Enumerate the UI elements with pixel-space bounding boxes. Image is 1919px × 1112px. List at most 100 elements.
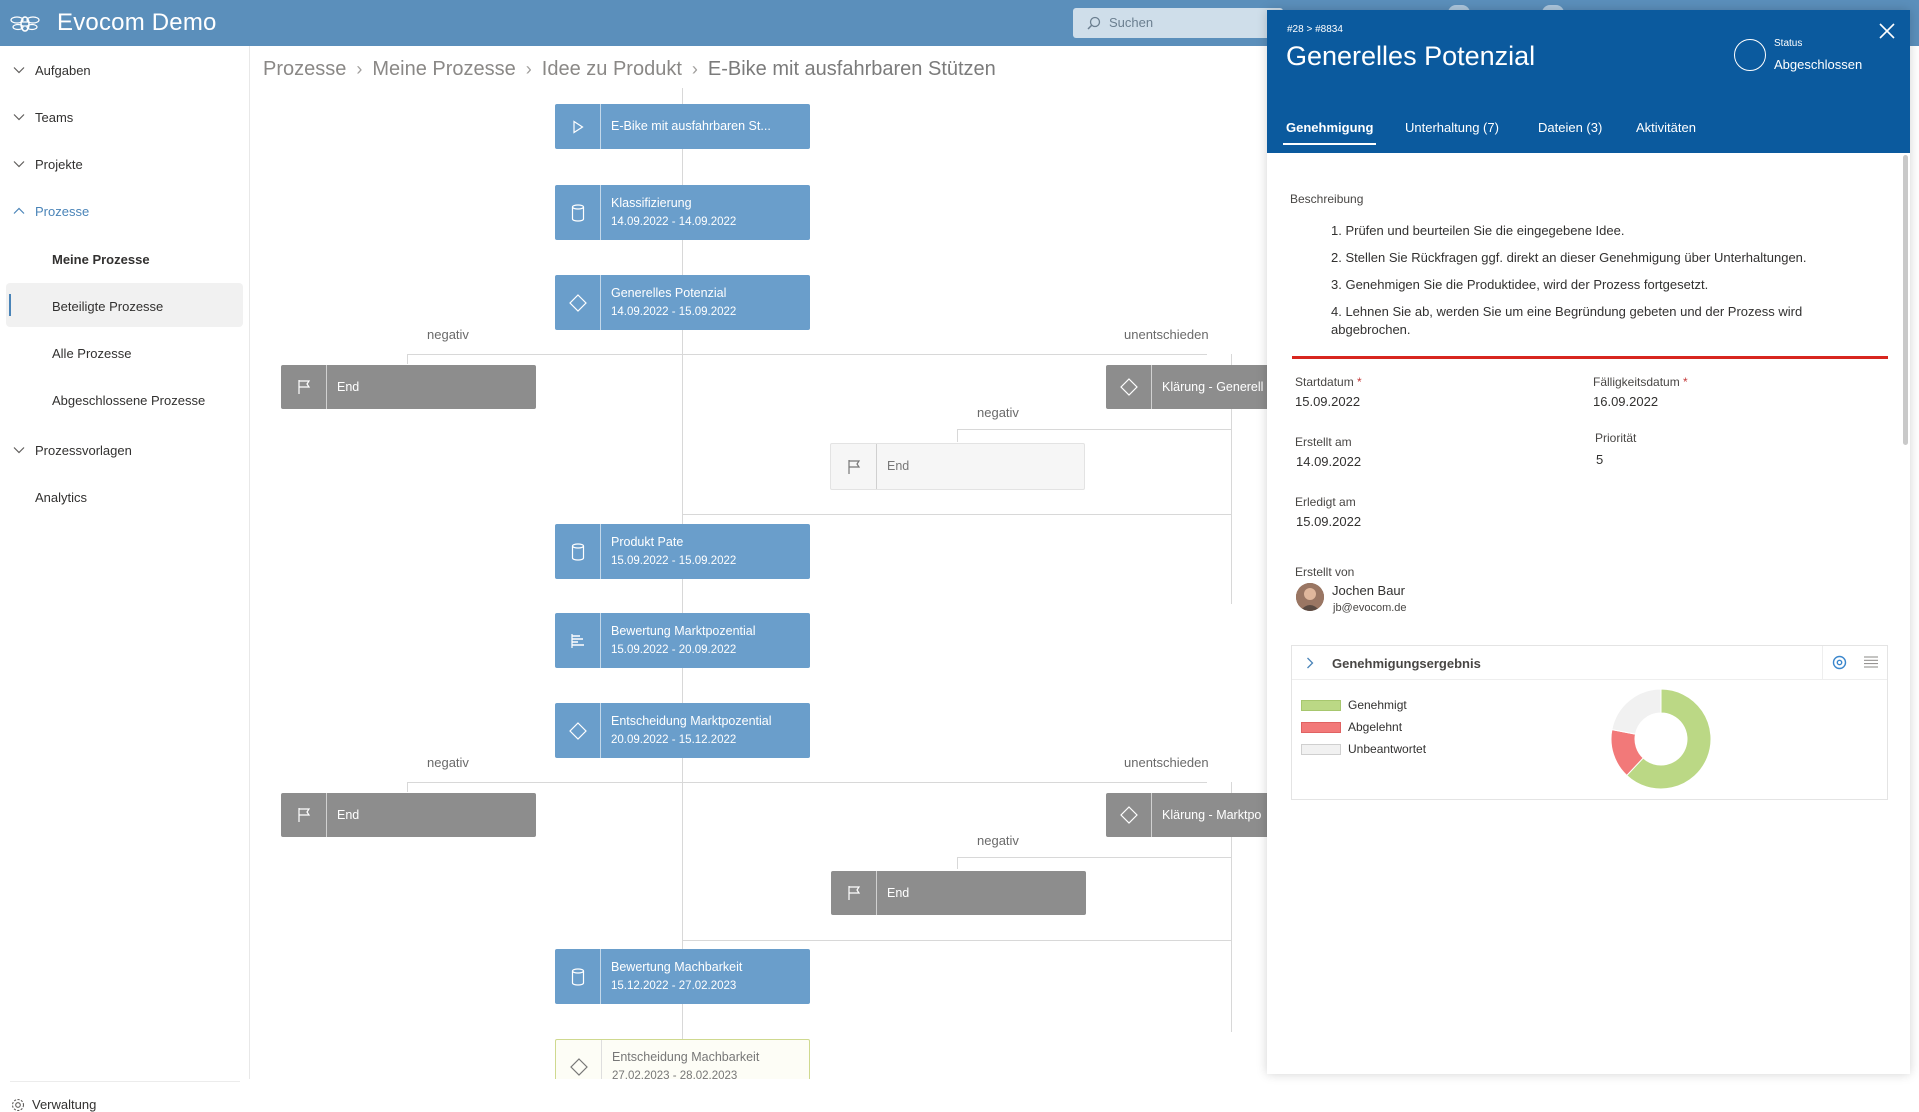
pie-chart-view-icon[interactable] (1832, 655, 1847, 670)
flow-node-end[interactable]: End (281, 793, 536, 837)
connector-line (682, 940, 1232, 941)
node-dates: 20.09.2022 - 15.12.2022 (611, 733, 737, 746)
connector-line (957, 857, 958, 869)
sidebar-item-label: Analytics (35, 489, 88, 505)
database-icon (555, 524, 601, 579)
legend-label: Unbeantwortet (1348, 742, 1427, 756)
sidebar-item-prozessvorlagen[interactable]: Prozessvorlagen (0, 430, 250, 470)
avatar[interactable] (1296, 583, 1324, 611)
connector-line (957, 429, 1232, 430)
panel-breadcrumb[interactable]: #28 > #8834 (1287, 24, 1343, 35)
creator-email[interactable]: jb@evocom.de (1333, 602, 1407, 614)
tab-genehmigung[interactable]: Genehmigung (1286, 120, 1373, 135)
search-input[interactable]: Suchen (1073, 8, 1283, 38)
flow-node-market-decision[interactable]: Entscheidung Marktpozential 20.09.2022 - … (555, 703, 810, 758)
sidebar-item-analytics[interactable]: Analytics (0, 477, 250, 517)
branch-label: negativ (977, 833, 1019, 848)
panel-title: Generelles Potenzial (1286, 41, 1536, 71)
legend-swatch-rejected (1301, 722, 1341, 733)
node-dates: 14.09.2022 - 14.09.2022 (611, 215, 737, 228)
sidebar-item-projekte[interactable]: Projekte (0, 144, 250, 184)
flow-node-end[interactable]: End (831, 871, 1086, 915)
flow-node-start[interactable]: E-Bike mit ausfahrbaren St... (555, 104, 810, 149)
creator-name[interactable]: Jochen Baur (1332, 583, 1405, 598)
status-value: Abgeschlossen (1774, 57, 1863, 72)
sidebar-item-beteiligte-prozesse[interactable]: Beteiligte Prozesse (0, 286, 250, 326)
card-header[interactable]: Genehmigungsergebnis (1292, 646, 1887, 680)
list-view-icon[interactable] (1864, 656, 1878, 668)
branch-label: unentschieden (1124, 327, 1209, 342)
legend-swatch-approved (1301, 700, 1341, 711)
node-title: Klärung - Marktpo (1162, 807, 1262, 822)
flow-node-potential[interactable]: Generelles Potenzial 14.09.2022 - 15.09.2… (555, 275, 810, 330)
sidebar-item-meine-prozesse[interactable]: Meine Prozesse (0, 239, 250, 279)
tab-aktivitaeten[interactable]: Aktivitäten (1636, 120, 1696, 135)
chevron-down-icon (12, 113, 26, 121)
sidebar-item-label: Abgeschlossene Prozesse (52, 392, 206, 408)
tab-dateien[interactable]: Dateien (3) (1538, 120, 1602, 135)
flow-node-pate[interactable]: Produkt Pate 15.09.2022 - 15.09.2022 (555, 524, 810, 579)
flow-node-classification[interactable]: Klassifizierung 14.09.2022 - 14.09.2022 (555, 185, 810, 240)
bee-logo-icon[interactable] (10, 9, 40, 37)
database-icon (555, 949, 601, 1004)
node-dates: 15.12.2022 - 27.02.2023 (611, 979, 737, 992)
breadcrumb-item[interactable]: Prozesse (263, 58, 346, 81)
connector-line (957, 857, 1232, 858)
flow-node-end-pending[interactable]: End (830, 443, 1085, 490)
flow-node-feasibility[interactable]: Bewertung Machbarkeit 15.12.2022 - 27.02.… (555, 949, 810, 1004)
flag-icon (831, 871, 877, 915)
done-value: 15.09.2022 (1296, 514, 1362, 529)
flow-node-clarify[interactable]: Klärung - Marktpo (1106, 793, 1267, 837)
flow-node-market-eval[interactable]: Bewertung Marktpozential 15.09.2022 - 20.… (555, 613, 810, 668)
flow-node-clarify[interactable]: Klärung - Generell (1106, 365, 1267, 409)
node-title: Entscheidung Machbarkeit (612, 1049, 760, 1064)
process-flow-canvas[interactable]: E-Bike mit ausfahrbaren St... Klassifizi… (251, 88, 1267, 1079)
sidebar-divider (10, 1081, 240, 1082)
approval-donut-chart[interactable] (1609, 687, 1713, 791)
scrollbar[interactable] (1903, 155, 1908, 445)
flag-icon (281, 365, 327, 409)
approval-result-card: Genehmigungsergebnis Genehmigt Abgelehnt… (1291, 645, 1888, 800)
card-header-divider (1822, 646, 1823, 679)
description-item: 2. Stellen Sie Rückfragen ggf. direkt an… (1331, 250, 1807, 265)
panel-header: #28 > #8834 Generelles Potenzial Status … (1267, 10, 1910, 153)
sidebar-item-label: Beteiligte Prozesse (52, 298, 164, 314)
breadcrumb-item[interactable]: Meine Prozesse (372, 58, 515, 81)
detail-panel: #28 > #8834 Generelles Potenzial Status … (1267, 10, 1910, 1074)
sidebar-item-label: Meine Prozesse (52, 251, 150, 267)
legend-swatch-unanswered (1301, 744, 1341, 755)
sidebar: Aufgaben Teams Projekte Prozesse Meine P… (0, 46, 250, 1112)
node-title: Bewertung Machbarkeit (611, 959, 743, 974)
sidebar-item-aufgaben[interactable]: Aufgaben (0, 50, 250, 90)
node-title: E-Bike mit ausfahrbaren St... (611, 119, 771, 133)
chevron-right-icon: › (525, 59, 532, 79)
donut-slice-unbeantwortet[interactable] (1611, 688, 1662, 735)
chevron-down-icon (12, 160, 26, 168)
app-title[interactable]: Evocom Demo (57, 9, 217, 37)
node-title: Generelles Potenzial (611, 285, 727, 300)
flow-node-end[interactable]: End (281, 365, 536, 409)
sidebar-item-verwaltung[interactable]: Verwaltung (11, 1097, 96, 1112)
close-icon[interactable] (1877, 21, 1897, 41)
gear-icon (11, 1098, 25, 1111)
flow-node-feasibility-decision[interactable]: Entscheidung Machbarkeit 27.02.2023 - 28.… (555, 1039, 810, 1079)
node-title: Produkt Pate (611, 534, 684, 549)
diamond-icon (555, 703, 601, 758)
node-title: Klärung - Generell (1162, 379, 1264, 394)
sidebar-item-alle-prozesse[interactable]: Alle Prozesse (0, 333, 250, 373)
priority-label: Priorität (1595, 431, 1637, 445)
breadcrumb-item[interactable]: Idee zu Produkt (542, 58, 682, 81)
flag-icon (831, 444, 877, 489)
tab-unterhaltung[interactable]: Unterhaltung (7) (1405, 120, 1499, 135)
diamond-icon (1106, 793, 1152, 837)
search-placeholder: Suchen (1109, 15, 1154, 30)
chevron-right-icon[interactable] (1306, 657, 1314, 669)
legend-label: Abgelehnt (1348, 720, 1403, 734)
sidebar-item-prozesse[interactable]: Prozesse (0, 191, 250, 231)
node-dates: 15.09.2022 - 15.09.2022 (611, 554, 737, 567)
description-item: 4. Lehnen Sie ab, werden Sie um eine Beg… (1331, 304, 1803, 337)
sidebar-item-abgeschlossene-prozesse[interactable]: Abgeschlossene Prozesse (0, 380, 250, 420)
sidebar-item-teams[interactable]: Teams (0, 97, 250, 137)
branch-label: unentschieden (1124, 755, 1209, 770)
creator-label: Erstellt von (1295, 565, 1355, 579)
